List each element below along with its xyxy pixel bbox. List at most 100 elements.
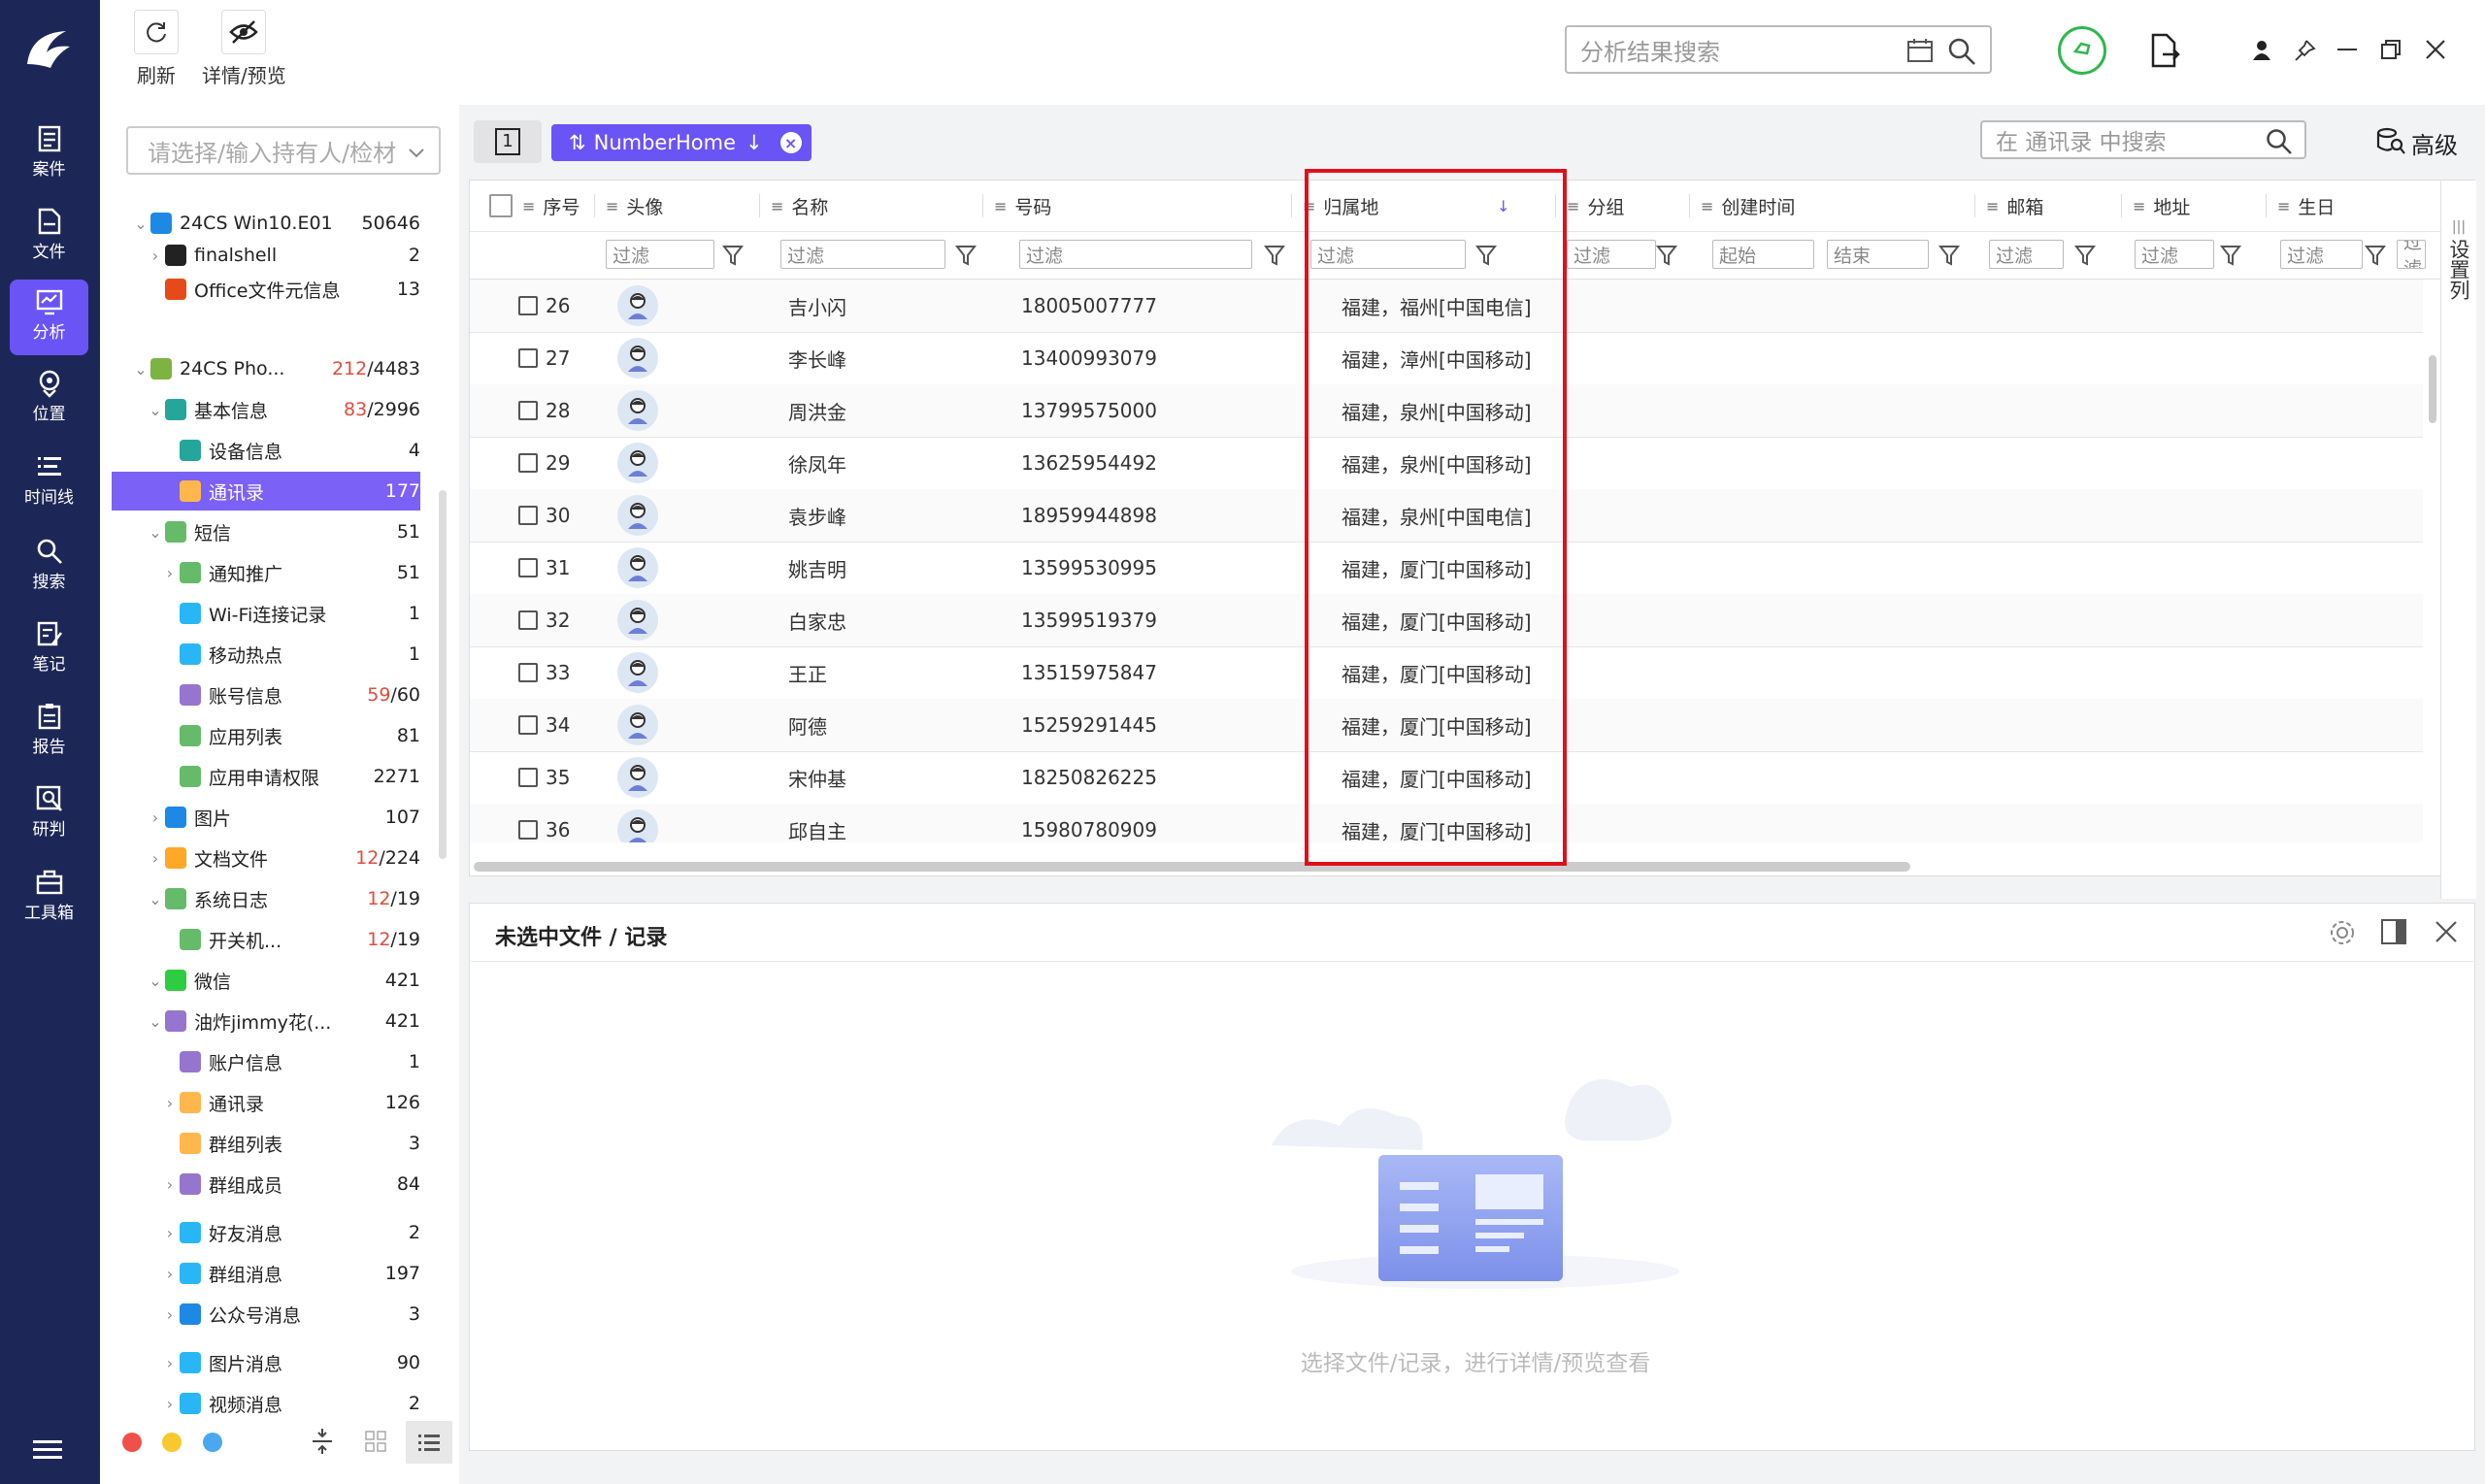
column-header[interactable]: ≡ 序号	[489, 181, 580, 231]
filter-icon[interactable]	[2219, 244, 2242, 267]
column-divider[interactable]	[759, 194, 760, 217]
row-checkbox[interactable]	[518, 768, 538, 787]
row-checkbox[interactable]	[518, 348, 538, 368]
grid-view-icon[interactable]	[365, 1431, 386, 1457]
expand-chevron-icon[interactable]: ›	[160, 1305, 180, 1324]
column-divider[interactable]	[1974, 194, 1975, 217]
row-checkbox[interactable]	[518, 558, 538, 577]
nav-item-location[interactable]: 位置	[10, 361, 88, 437]
filter-icon[interactable]	[2364, 244, 2387, 267]
expand-chevron-icon[interactable]: ⌄	[146, 890, 165, 908]
column-menu-icon[interactable]: ≡	[606, 197, 618, 215]
status-shield-icon[interactable]	[2058, 26, 2106, 75]
column-divider[interactable]	[2266, 194, 2267, 217]
filter-icon[interactable]	[1263, 244, 1286, 267]
expand-chevron-icon[interactable]: ›	[160, 1395, 180, 1413]
nav-item-file[interactable]: 文件	[10, 199, 88, 275]
row-checkbox[interactable]	[518, 610, 538, 630]
holder-select[interactable]: 请选择/输入持有人/检材	[126, 126, 441, 175]
row-checkbox[interactable]	[518, 506, 538, 525]
column-divider[interactable]	[982, 194, 983, 217]
select-all-checkbox[interactable]	[489, 194, 513, 217]
vertical-scrollbar[interactable]	[2429, 355, 2436, 423]
tree-item[interactable]: ⌄ 油炸jimmy花(... 421	[112, 1002, 420, 1040]
expand-chevron-icon[interactable]: ⌄	[146, 401, 165, 419]
horizontal-scrollbar[interactable]	[474, 862, 1910, 872]
column-header[interactable]: ≡ 创建时间	[1701, 181, 1795, 231]
menu-icon[interactable]	[33, 1438, 62, 1462]
tree-item[interactable]: ⌄ 系统日志 12/19	[112, 879, 420, 918]
tree-item[interactable]: 账户信息 1	[112, 1042, 420, 1081]
row-checkbox[interactable]	[518, 820, 538, 840]
column-menu-icon[interactable]: ≡	[1701, 197, 1713, 215]
close-icon[interactable]	[2425, 39, 2446, 65]
preview-layout-icon[interactable]	[2380, 918, 2407, 950]
column-filter-input[interactable]: 过滤	[1989, 240, 2064, 269]
tree-item[interactable]: › 好友消息 2	[112, 1213, 420, 1252]
tree-item[interactable]: Wi-Fi连接记录 1	[112, 594, 420, 633]
list-view-icon[interactable]	[406, 1421, 452, 1464]
expand-chevron-icon[interactable]: ›	[146, 247, 165, 265]
column-menu-icon[interactable]: ≡	[994, 197, 1007, 215]
restore-icon[interactable]	[2380, 39, 2402, 65]
expand-chevron-icon[interactable]: ›	[160, 1175, 180, 1194]
calendar-icon[interactable]	[1906, 38, 1934, 69]
filter-icon[interactable]	[2073, 244, 2097, 267]
refresh-button[interactable]: 刷新	[134, 10, 179, 88]
column-menu-icon[interactable]: ≡	[771, 197, 783, 215]
expand-chevron-icon[interactable]: ⌄	[146, 523, 165, 542]
row-checkbox[interactable]	[518, 401, 538, 420]
column-header[interactable]: ≡ 生日	[2277, 181, 2335, 231]
tree-item[interactable]: › 图片消息 90	[112, 1343, 420, 1382]
column-divider[interactable]	[1291, 194, 1292, 217]
column-divider[interactable]	[1689, 194, 1690, 217]
nav-item-search[interactable]: 搜索	[10, 529, 88, 605]
pin-icon[interactable]	[2293, 39, 2316, 67]
preview-settings-icon[interactable]	[2328, 918, 2357, 952]
details-preview-button[interactable]: 详情/预览	[202, 10, 286, 88]
column-filter-input[interactable]: 起始	[1712, 240, 1814, 269]
nav-item-toolbox[interactable]: 工具箱	[10, 860, 88, 936]
tree-item[interactable]: › 群组成员 84	[112, 1165, 420, 1204]
expand-chevron-icon[interactable]: ⌄	[131, 360, 150, 379]
tree-item[interactable]: Office文件元信息 13	[112, 270, 420, 309]
tree-item[interactable]: 开关机... 12/19	[112, 920, 420, 959]
tree-scrollbar[interactable]	[439, 490, 447, 859]
nav-item-report[interactable]: 报告	[10, 694, 88, 770]
row-checkbox[interactable]	[518, 453, 538, 473]
filter-icon[interactable]	[954, 244, 977, 267]
column-header[interactable]: ≡ 分组	[1567, 181, 1624, 231]
advanced-search-button[interactable]: 高级	[2376, 126, 2458, 160]
column-menu-icon[interactable]: ≡	[522, 197, 535, 215]
column-header[interactable]: ≡ 名称	[771, 181, 828, 231]
tree-item[interactable]: ⌄ 微信 421	[112, 961, 420, 1000]
tree-item[interactable]: ⌄ 24CS Pho... 212/4483	[112, 349, 420, 388]
column-header[interactable]: ≡ 邮箱	[1986, 181, 2043, 231]
nav-item-analysis[interactable]: 分析	[10, 280, 88, 355]
column-filter-input[interactable]: 过滤	[606, 240, 714, 269]
preview-close-icon[interactable]	[2435, 920, 2458, 948]
expand-chevron-icon[interactable]: ›	[160, 1224, 180, 1242]
sort-tag[interactable]: ⇅ NumberHome ↓ ×	[551, 124, 812, 161]
column-filter-input[interactable]: 过滤	[1019, 240, 1252, 269]
tree-item[interactable]: › 通讯录 126	[112, 1083, 420, 1122]
filter-icon[interactable]	[1938, 244, 1961, 267]
column-divider[interactable]	[2121, 194, 2122, 217]
filter-icon[interactable]	[1655, 244, 1678, 267]
expand-chevron-icon[interactable]: ⌄	[146, 972, 165, 990]
tree-item[interactable]: 账号信息 59/60	[112, 676, 420, 714]
expand-chevron-icon[interactable]: ›	[146, 849, 165, 868]
tree-item[interactable]: › 通知推广 51	[112, 553, 420, 592]
collapse-icon[interactable]	[311, 1427, 334, 1461]
settings-column[interactable]: ||| 设置列	[2440, 181, 2476, 899]
user-icon[interactable]	[2250, 39, 2273, 67]
table-search-input[interactable]: 在 通讯录 中搜索	[1980, 120, 2306, 159]
column-menu-icon[interactable]: ≡	[2133, 197, 2145, 215]
nav-item-judge[interactable]: 研判	[10, 776, 88, 852]
expand-chevron-icon[interactable]: ›	[160, 1094, 180, 1112]
column-header[interactable]: ≡ 地址	[2133, 181, 2190, 231]
column-menu-icon[interactable]: ≡	[1986, 197, 1999, 215]
nav-item-notes[interactable]: 笔记	[10, 611, 88, 687]
expand-chevron-icon[interactable]: ›	[160, 1265, 180, 1283]
remove-tag-icon[interactable]: ×	[779, 132, 802, 153]
